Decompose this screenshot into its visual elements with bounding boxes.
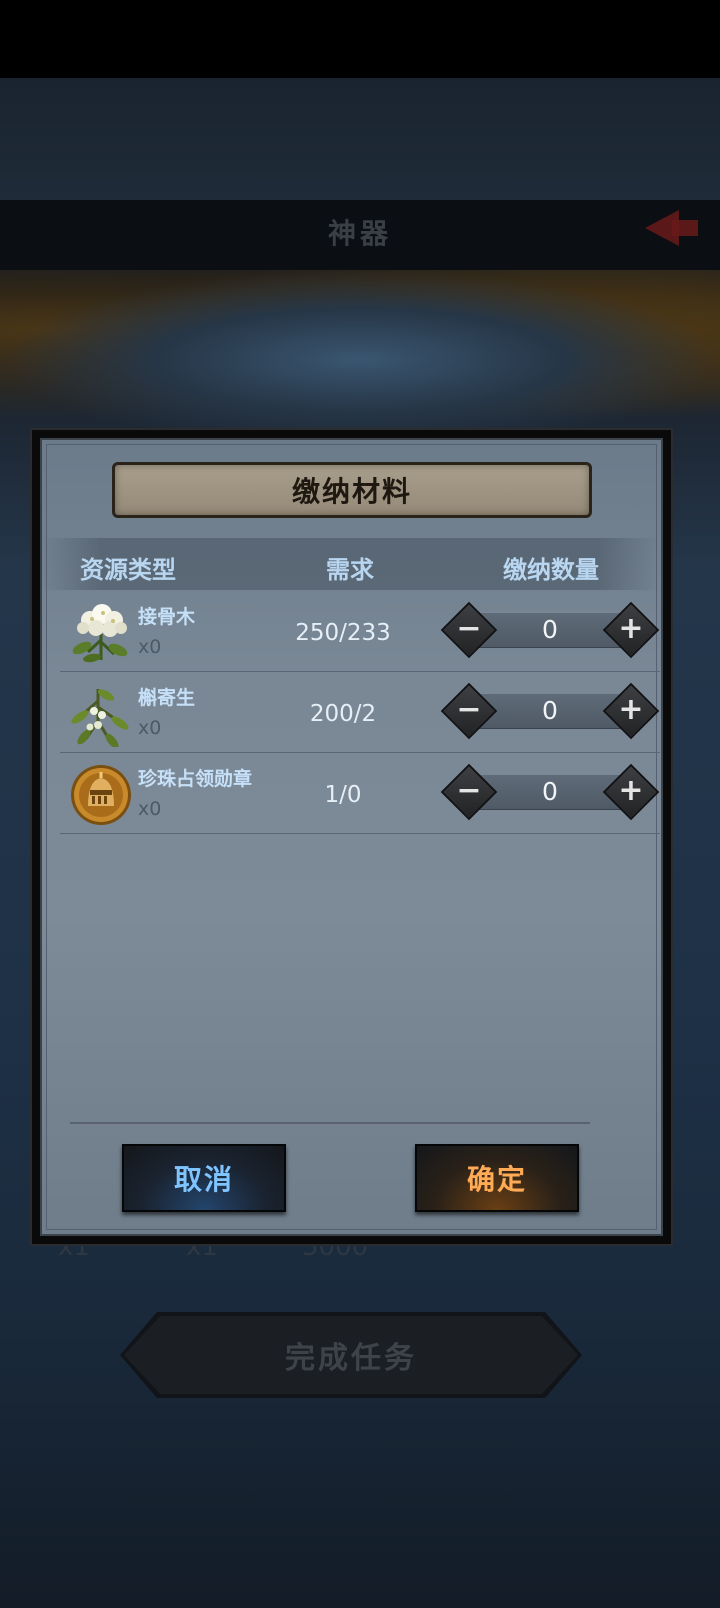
mistletoe-icon xyxy=(68,681,134,749)
back-arrow-tail[interactable] xyxy=(672,220,698,236)
plus-icon[interactable]: + xyxy=(607,687,655,735)
quantity-value[interactable]: 0 xyxy=(490,777,610,806)
header-submit-quantity: 缴纳数量 xyxy=(503,556,599,584)
item-name: 接骨木 xyxy=(138,606,196,628)
minus-icon[interactable]: − xyxy=(445,687,493,735)
minus-icon[interactable]: − xyxy=(445,606,493,654)
dialog-title: 缴纳材料 xyxy=(291,475,412,508)
complete-task-label: 完成任务 xyxy=(124,1316,578,1394)
header-resource-type: 资源类型 xyxy=(80,556,176,584)
cancel-button[interactable]: 取消 xyxy=(122,1144,286,1212)
footer-divider xyxy=(70,1122,590,1124)
quantity-value[interactable]: 0 xyxy=(490,615,610,644)
header-requirement: 需求 xyxy=(326,556,374,584)
elder-flower-icon xyxy=(68,600,134,666)
plus-icon[interactable]: + xyxy=(607,768,655,816)
item-name: 槲寄生 xyxy=(138,687,196,709)
item-requirement: 200/2 xyxy=(309,701,377,727)
item-owned-count: x0 xyxy=(138,798,162,820)
item-requirement: 1/0 xyxy=(324,782,362,808)
item-owned-count: x0 xyxy=(138,636,162,658)
quantity-value[interactable]: 0 xyxy=(490,696,610,725)
dialog-title-banner: 缴纳材料 xyxy=(112,462,592,518)
status-bar-area xyxy=(0,0,720,78)
complete-task-button[interactable]: 完成任务 xyxy=(120,1312,582,1398)
confirm-button[interactable]: 确定 xyxy=(415,1144,579,1212)
artifact-artwork xyxy=(0,270,720,435)
item-requirement: 250/233 xyxy=(295,620,391,646)
screen-title: 神器 xyxy=(327,217,392,250)
item-owned-count: x0 xyxy=(138,717,162,739)
plus-icon[interactable]: + xyxy=(607,606,655,654)
minus-icon[interactable]: − xyxy=(445,768,493,816)
pearl-occupation-medal-icon xyxy=(68,762,134,828)
item-name: 珍珠占领勋章 xyxy=(138,768,253,790)
